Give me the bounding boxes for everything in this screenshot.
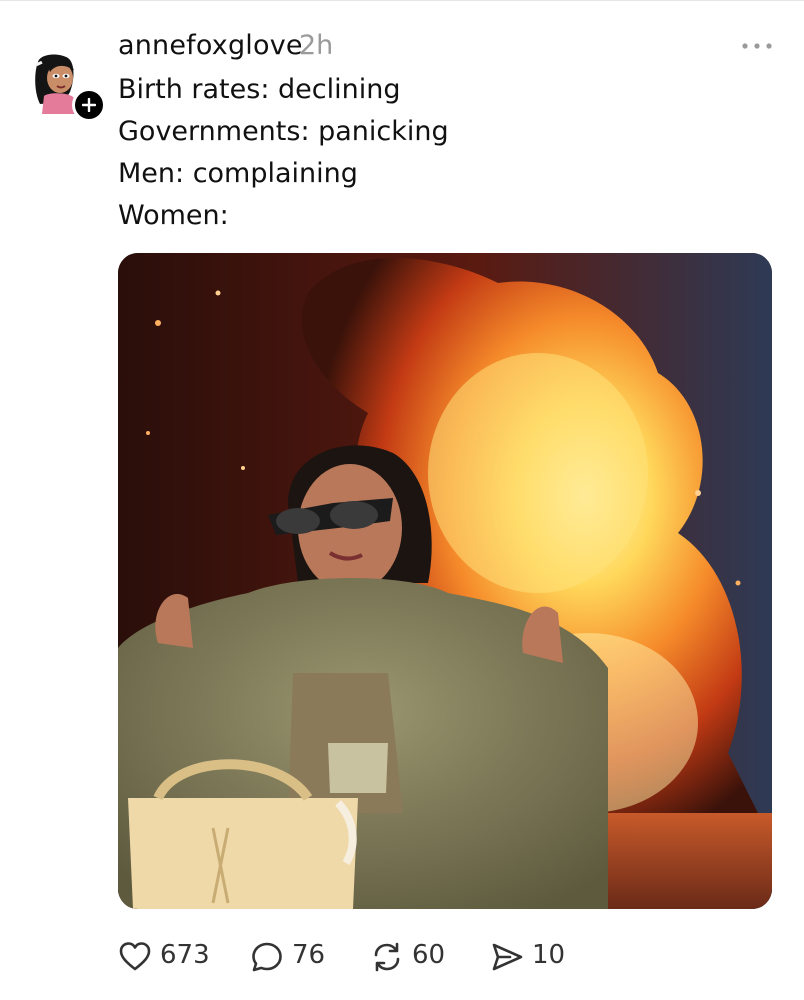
post-text-line: Women: (118, 200, 229, 231)
more-options-button[interactable] (740, 38, 774, 54)
username[interactable]: annefoxglove (118, 30, 303, 61)
share-count: 10 (532, 940, 566, 970)
post-text-line: Governments: panicking (118, 116, 449, 147)
paper-plane-icon (492, 943, 523, 971)
share-button[interactable]: 10 (490, 930, 570, 986)
repost-count: 60 (412, 940, 446, 970)
repost-button[interactable]: 60 (370, 930, 450, 986)
like-button[interactable]: 673 (118, 930, 210, 986)
like-count: 673 (160, 940, 210, 970)
post-image[interactable] (118, 253, 772, 909)
reply-count: 76 (292, 940, 326, 970)
follow-button[interactable] (72, 88, 106, 122)
ellipsis-icon (742, 43, 772, 49)
post-timestamp: 2h (299, 30, 334, 61)
explosion-meme-image (118, 253, 772, 909)
heart-icon (119, 942, 151, 971)
reply-button[interactable]: 76 (250, 930, 330, 986)
post-text-line: Birth rates: declining (118, 74, 401, 105)
plus-icon (82, 98, 96, 112)
top-divider (0, 0, 804, 1)
post-text-line: Men: complaining (118, 158, 358, 189)
post-actions: 673 76 60 10 (0, 930, 804, 986)
repost-arrows-icon (374, 942, 400, 972)
speech-bubble-icon (252, 942, 282, 972)
